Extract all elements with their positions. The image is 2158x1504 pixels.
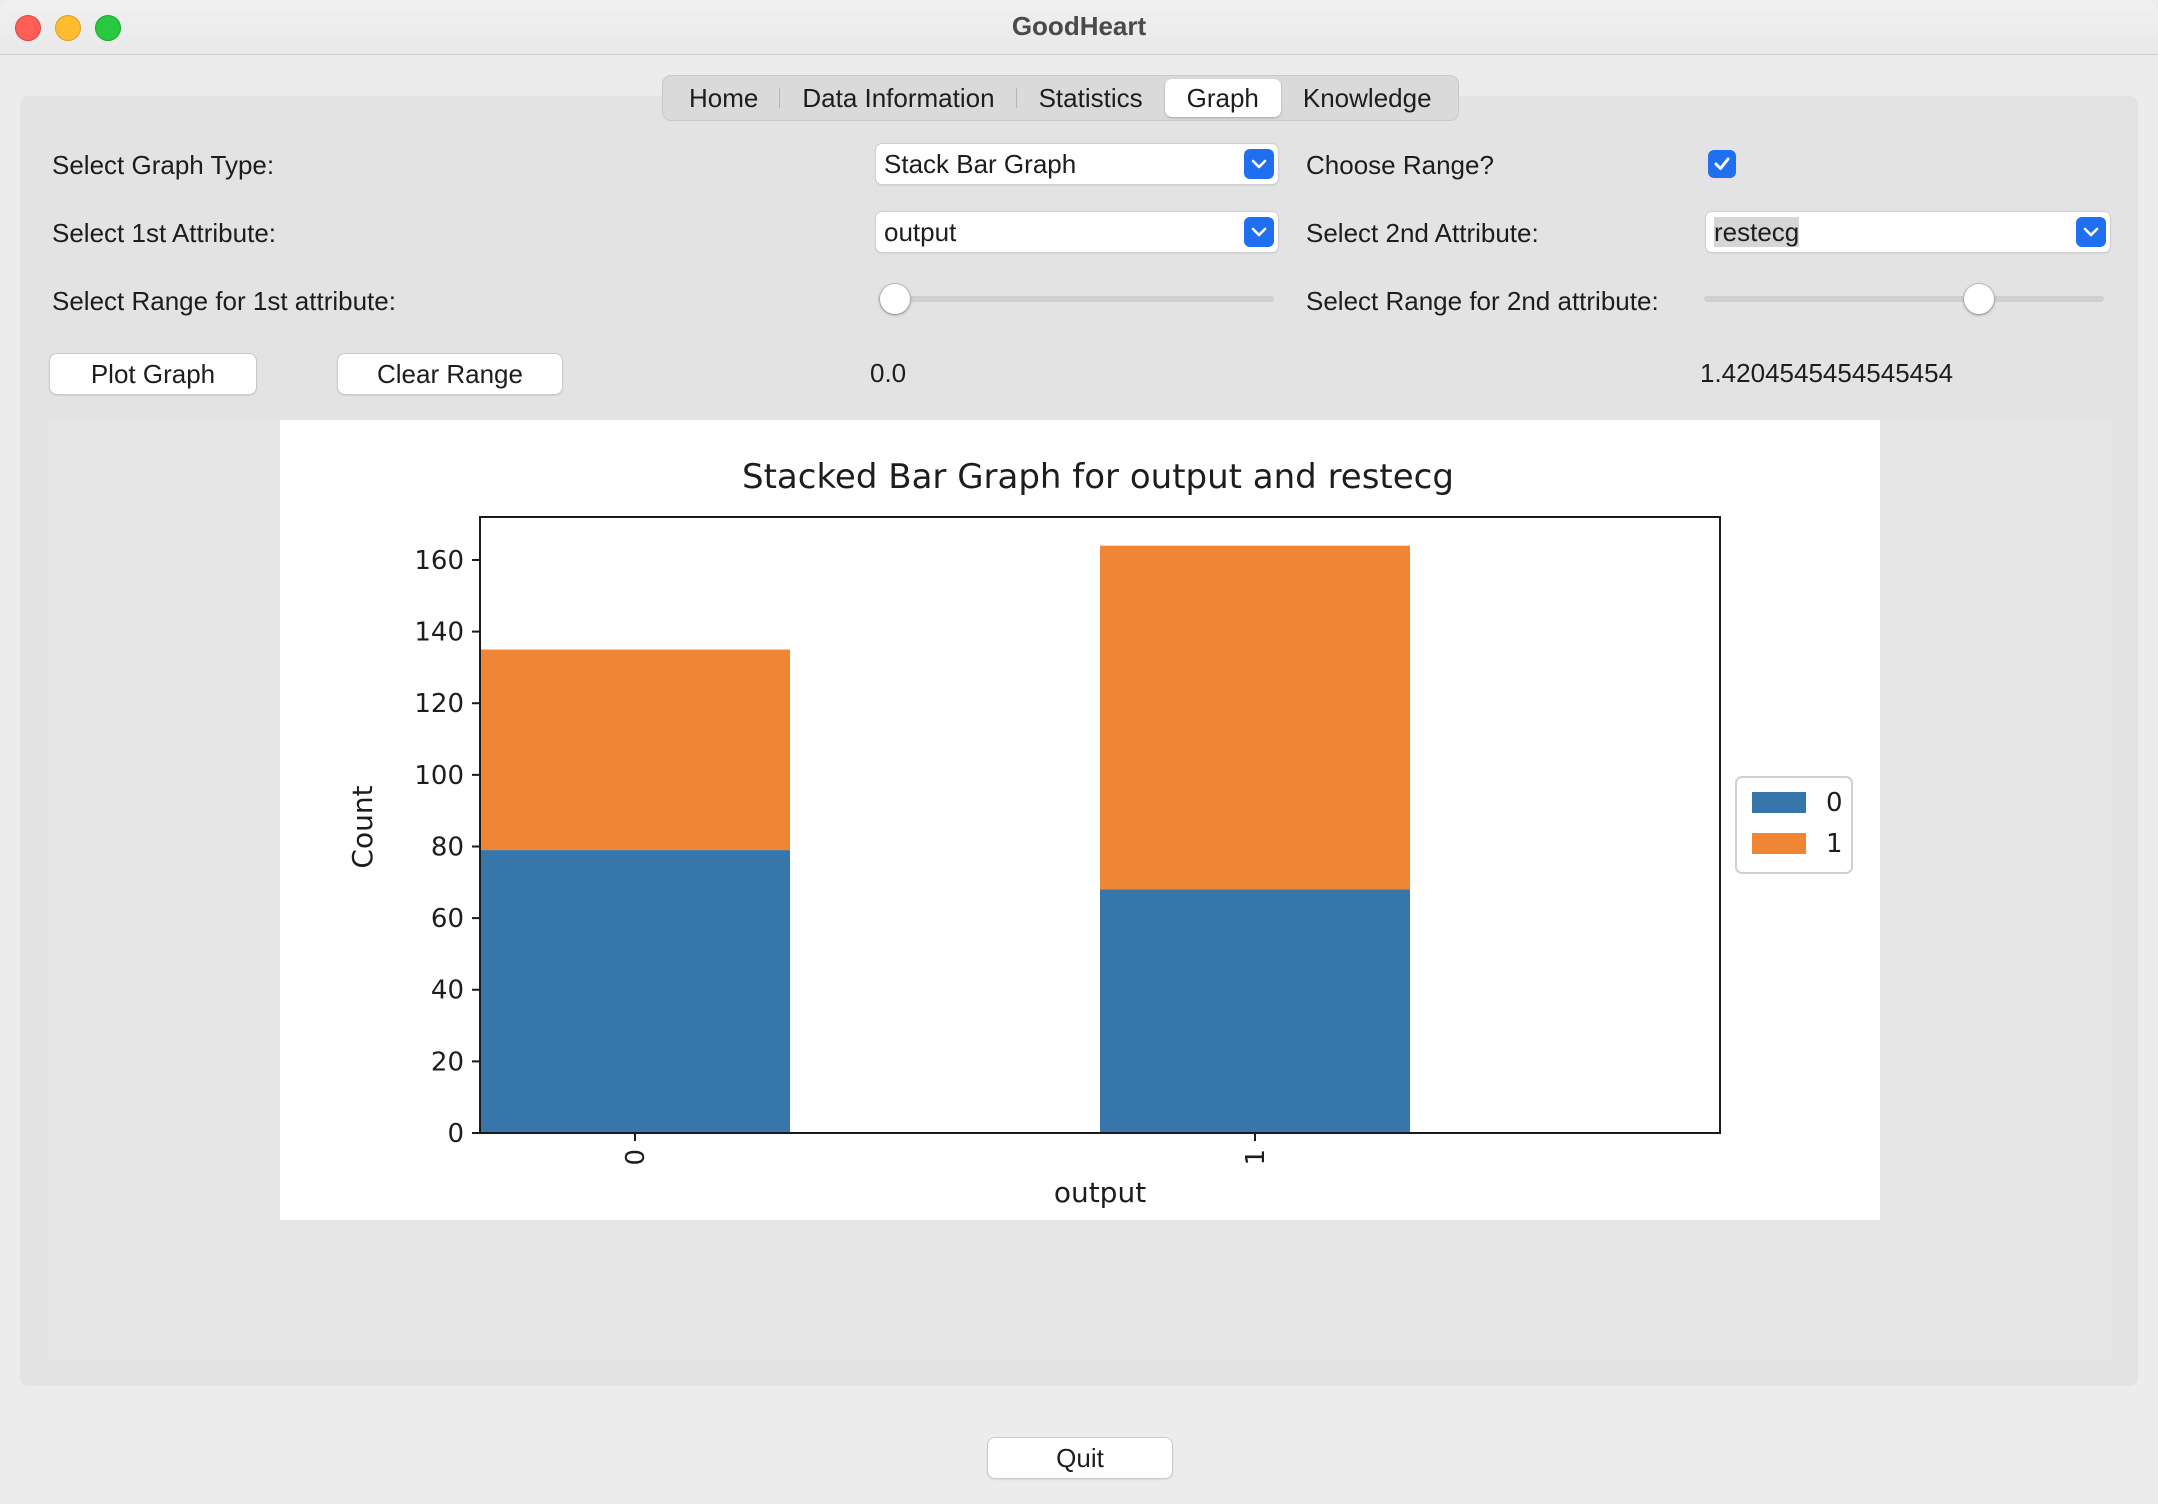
attribute2-select[interactable]: restecg (1706, 212, 2110, 252)
choose-range-label: Choose Range? (1306, 150, 1494, 180)
range1-value: 0.0 (870, 358, 907, 388)
bar-cat0-series1 (480, 649, 790, 851)
attribute2-label: Select 2nd Attribute: (1306, 218, 1539, 248)
bar-cat1-series1 (1100, 545, 1410, 890)
bar-cat1-series0 (1100, 889, 1410, 1133)
chart-figure: Stacked Bar Graph for output and restecg… (280, 420, 1880, 1220)
range1-label: Select Range for 1st attribute: (52, 286, 396, 316)
attribute1-select[interactable]: output (876, 212, 1278, 252)
y-tick-label: 20 (431, 1047, 464, 1077)
y-tick-label: 80 (431, 832, 464, 862)
attribute1-value: output (884, 217, 957, 247)
choose-range-checkbox[interactable] (1708, 150, 1736, 178)
range1-slider-handle[interactable] (880, 284, 910, 314)
app-window: GoodHeart Home Data Information Statisti… (0, 0, 2158, 1504)
legend-swatch (1752, 833, 1806, 854)
title-bar: GoodHeart (0, 0, 2158, 55)
range2-slider-track[interactable] (1704, 296, 2104, 302)
y-tick-label: 100 (414, 761, 464, 791)
range2-value: 1.4204545454545454 (1700, 358, 1954, 388)
y-tick-label: 60 (431, 904, 464, 934)
x-tick-label: 1 (1241, 1149, 1271, 1166)
graph-type-label: Select Graph Type: (52, 150, 275, 180)
tab-data-information[interactable]: Data Information (780, 79, 1017, 117)
legend-swatch (1752, 792, 1806, 813)
quit-button[interactable]: Quit (988, 1438, 1172, 1478)
tab-graph[interactable]: Graph (1164, 79, 1281, 117)
chevron-down-icon (1244, 217, 1274, 247)
plot-graph-button[interactable]: Plot Graph (50, 354, 256, 394)
legend-label: 1 (1826, 829, 1843, 859)
stacked-bar-chart: Stacked Bar Graph for output and restecg… (346, 457, 1853, 1209)
chevron-down-icon (2076, 217, 2106, 247)
bars-layer (480, 545, 1410, 1133)
legend-label: 0 (1826, 788, 1843, 818)
range2-label: Select Range for 2nd attribute: (1306, 286, 1659, 316)
chevron-down-icon (1244, 149, 1274, 179)
y-tick-label: 40 (431, 976, 464, 1006)
tab-knowledge[interactable]: Knowledge (1281, 79, 1454, 117)
y-axis: 0 20 40 60 80 100 120 140 160 (414, 546, 480, 1149)
y-tick-label: 120 (414, 689, 464, 719)
y-tick-label: 160 (414, 546, 464, 576)
clear-range-button[interactable]: Clear Range (338, 354, 562, 394)
y-tick-label: 140 (414, 618, 464, 648)
checkmark-icon (1714, 157, 1730, 170)
range1-slider-track[interactable] (878, 296, 1274, 302)
chart-title: Stacked Bar Graph for output and restecg (742, 457, 1454, 497)
y-axis-label: Count (346, 785, 379, 868)
attribute1-label: Select 1st Attribute: (52, 218, 277, 248)
chart-legend: 01 (1735, 776, 1853, 874)
x-axis: 01 (621, 1133, 1271, 1166)
range2-slider-handle[interactable] (1964, 284, 1994, 314)
bar-cat0-series0 (480, 850, 790, 1133)
graph-type-value: Stack Bar Graph (884, 149, 1077, 179)
x-tick-label: 0 (621, 1149, 651, 1166)
tab-statistics[interactable]: Statistics (1017, 79, 1165, 117)
x-axis-label: output (1054, 1176, 1146, 1209)
tab-home[interactable]: Home (667, 79, 781, 117)
graph-type-select[interactable]: Stack Bar Graph (876, 144, 1278, 184)
attribute2-value: restecg (1714, 217, 1800, 247)
tab-bar: Home Data Information Statistics Graph K… (662, 75, 1459, 121)
y-tick-label: 0 (447, 1119, 464, 1149)
window-title: GoodHeart (1011, 11, 1147, 41)
